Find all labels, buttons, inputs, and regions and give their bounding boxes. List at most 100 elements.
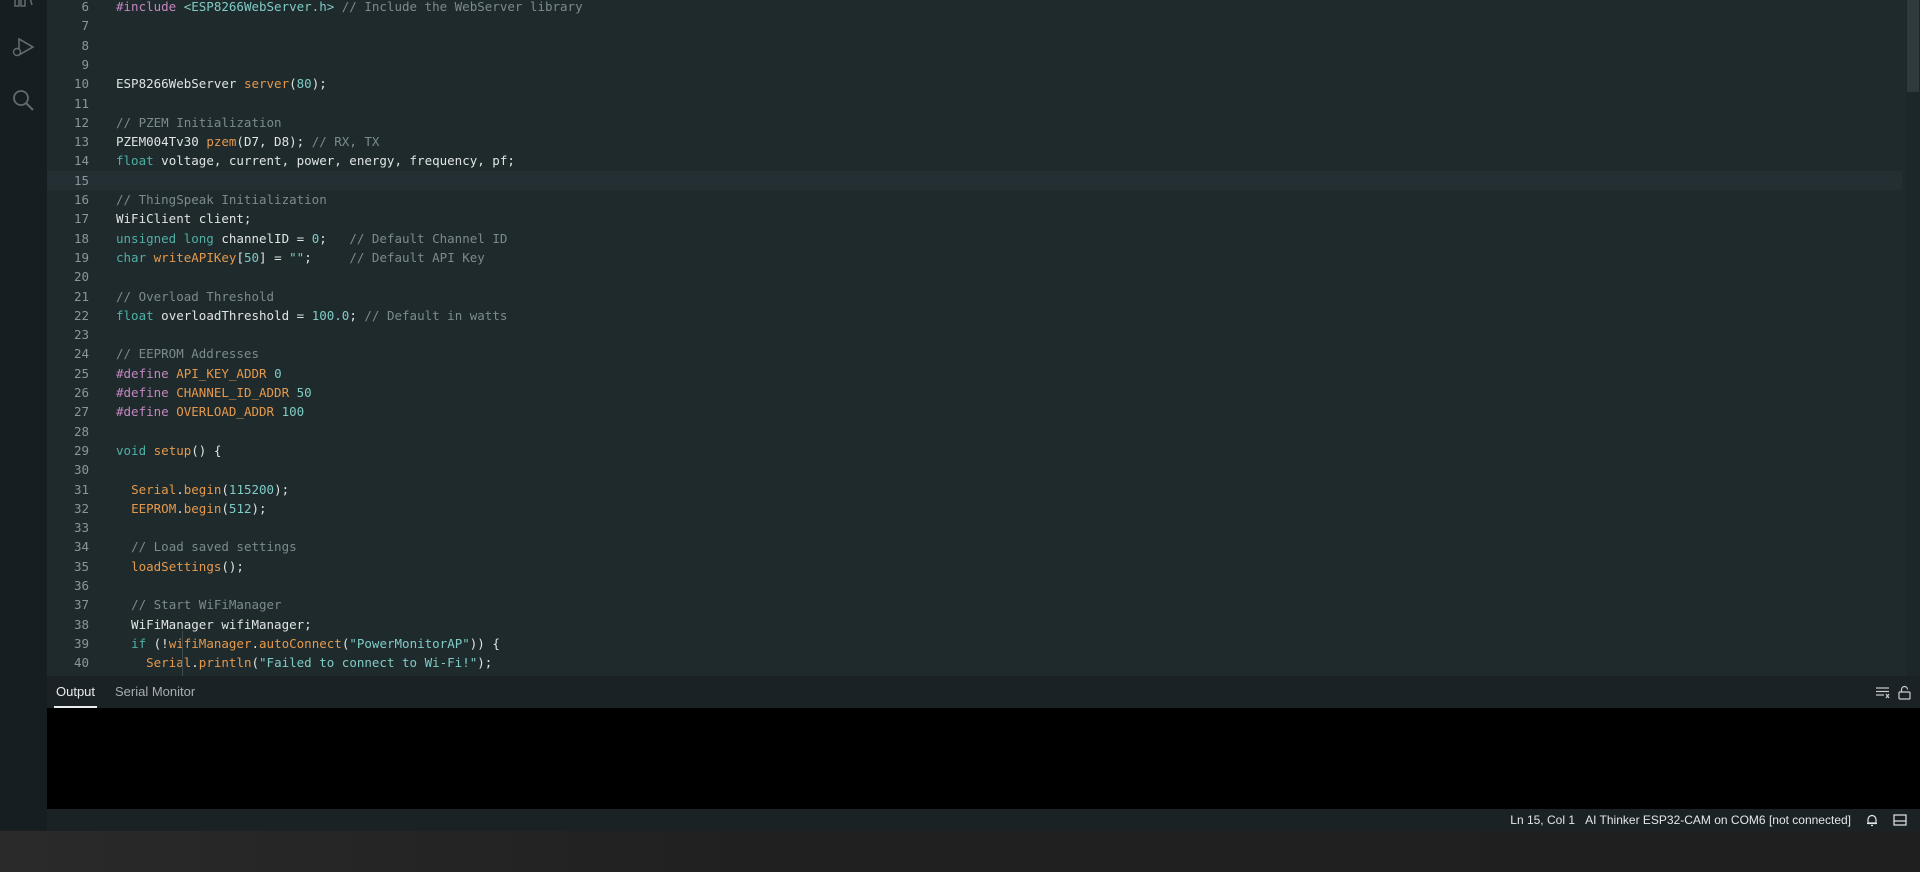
code-line[interactable]: 21 // Overload Threshold bbox=[47, 287, 1902, 306]
bell-icon[interactable] bbox=[1865, 813, 1879, 827]
code-token: // Load saved settings bbox=[131, 539, 297, 555]
code-line[interactable]: 39 if (!wifiManager.autoConnect("PowerMo… bbox=[47, 634, 1902, 653]
code-token: channelID = bbox=[213, 230, 312, 246]
code-text: ESP8266WebServer server(80); bbox=[116, 74, 327, 93]
code-line[interactable]: 9 bbox=[47, 55, 1902, 74]
line-number: 22 bbox=[73, 307, 89, 323]
code-text: Serial.begin(115200); bbox=[116, 480, 289, 499]
code-token: #include bbox=[116, 0, 184, 14]
code-line[interactable]: 11 bbox=[47, 94, 1902, 113]
code-line[interactable]: 10 ESP8266WebServer server(80); bbox=[47, 74, 1902, 93]
code-token: (D7, D8); bbox=[236, 134, 312, 150]
line-number: 28 bbox=[73, 423, 89, 439]
editor-scrollbar[interactable] bbox=[1906, 0, 1920, 676]
line-number: 12 bbox=[73, 114, 89, 130]
code-token: 80 bbox=[296, 76, 312, 92]
line-number: 37 bbox=[73, 597, 89, 613]
code-token: // Default API Key bbox=[349, 249, 485, 265]
code-token: unsigned long bbox=[116, 230, 214, 246]
code-editor[interactable]: 6 #include <ESP8266WebServer.h> // Includ… bbox=[47, 0, 1920, 676]
code-token: PZEM004Tv30 bbox=[116, 134, 207, 150]
code-line[interactable]: 26 #define CHANNEL_ID_ADDR 50 bbox=[47, 383, 1902, 402]
taskbar bbox=[0, 831, 1920, 872]
code-token: pzem bbox=[206, 134, 237, 150]
clear-output-icon[interactable] bbox=[1875, 685, 1890, 700]
code-line[interactable]: 30 bbox=[47, 460, 1902, 479]
status-bar: Ln 15, Col 1 AI Thinker ESP32-CAM on COM… bbox=[47, 809, 1920, 831]
code-line[interactable]: 37 // Start WiFiManager bbox=[47, 595, 1902, 614]
code-text: loadSettings(); bbox=[116, 557, 244, 576]
code-token: voltage, current, power, energy, frequen… bbox=[153, 153, 515, 169]
board-status[interactable]: AI Thinker ESP32-CAM on COM6 [not connec… bbox=[1585, 813, 1851, 827]
code-line[interactable]: 16 // ThingSpeak Initialization bbox=[47, 190, 1902, 209]
code-line[interactable]: 40 Serial.println("Failed to connect to … bbox=[47, 653, 1902, 672]
code-token: () { bbox=[191, 442, 222, 458]
code-line[interactable]: 18 unsigned long channelID = 0; // Defaul… bbox=[47, 229, 1902, 248]
code-text: // PZEM Initialization bbox=[116, 113, 282, 132]
code-line[interactable]: 34 // Load saved settings bbox=[47, 537, 1902, 556]
search-icon[interactable] bbox=[9, 86, 37, 114]
code-token: (! bbox=[146, 635, 169, 651]
code-line[interactable]: 12 // PZEM Initialization bbox=[47, 113, 1902, 132]
code-line[interactable]: 22 float overloadThreshold = 100.0; // De… bbox=[47, 306, 1902, 325]
code-token: float bbox=[116, 153, 154, 169]
code-line[interactable]: 36 bbox=[47, 576, 1902, 595]
line-number: 6 bbox=[81, 0, 89, 14]
code-text: // Start WiFiManager bbox=[116, 595, 282, 614]
toggle-panel-icon[interactable] bbox=[1893, 813, 1907, 827]
tab-serial-monitor[interactable]: Serial Monitor bbox=[115, 676, 195, 708]
output-console[interactable] bbox=[47, 708, 1920, 809]
code-token: 50 bbox=[243, 249, 260, 265]
scrollbar-thumb[interactable] bbox=[1907, 0, 1919, 92]
code-line[interactable]: 25 #define API_KEY_ADDR 0 bbox=[47, 364, 1902, 383]
code-text: float overloadThreshold = 100.0; // Defa… bbox=[116, 306, 507, 325]
line-number: 38 bbox=[73, 616, 89, 632]
line-number: 40 bbox=[73, 655, 89, 671]
code-text: float voltage, current, power, energy, f… bbox=[116, 151, 515, 170]
code-line[interactable]: 33 bbox=[47, 518, 1902, 537]
code-line[interactable]: 35 loadSettings(); bbox=[47, 557, 1902, 576]
code-line[interactable]: 8 bbox=[47, 36, 1902, 55]
code-token: // EEPROM Addresses bbox=[116, 346, 259, 362]
code-line[interactable]: 27 #define OVERLOAD_ADDR 100 bbox=[47, 402, 1902, 421]
code-line[interactable]: 32 EEPROM.begin(512); bbox=[47, 499, 1902, 518]
code-text: EEPROM.begin(512); bbox=[116, 499, 267, 518]
cursor-position[interactable]: Ln 15, Col 1 bbox=[1510, 813, 1575, 827]
code-token: writeAPIKey bbox=[153, 249, 237, 265]
code-text: #define API_KEY_ADDR 0 bbox=[116, 364, 282, 383]
code-line[interactable]: 14 float voltage, current, power, energy,… bbox=[47, 151, 1902, 170]
code-line[interactable]: 13 PZEM004Tv30 pzem(D7, D8); // RX, TX bbox=[47, 132, 1902, 151]
line-number: 10 bbox=[73, 76, 89, 92]
code-line[interactable]: 17 WiFiClient client; bbox=[47, 209, 1902, 228]
code-line[interactable]: 23 bbox=[47, 325, 1902, 344]
code-text: WiFiManager wifiManager; bbox=[116, 615, 312, 634]
tab-output[interactable]: Output bbox=[53, 676, 98, 708]
code-line[interactable]: 28 bbox=[47, 422, 1902, 441]
code-text: // ThingSpeak Initialization bbox=[116, 190, 327, 209]
code-line[interactable]: 6 #include <ESP8266WebServer.h> // Includ… bbox=[47, 0, 1902, 16]
line-number: 27 bbox=[73, 404, 89, 420]
library-icon[interactable] bbox=[9, 0, 37, 14]
debug-icon[interactable] bbox=[9, 33, 37, 61]
code-token: . bbox=[251, 635, 260, 651]
line-number: 33 bbox=[73, 520, 89, 536]
code-line[interactable]: 24 // EEPROM Addresses bbox=[47, 344, 1902, 363]
code-line[interactable]: 19 char writeAPIKey[50] = ""; // Default … bbox=[47, 248, 1902, 267]
code-line[interactable]: 38 WiFiManager wifiManager; bbox=[47, 615, 1902, 634]
code-token: ( bbox=[289, 76, 297, 92]
code-token: ); bbox=[251, 500, 267, 516]
code-line[interactable]: 20 bbox=[47, 267, 1902, 286]
code-text: void setup() { bbox=[116, 441, 221, 460]
code-line[interactable]: 29 void setup() { bbox=[47, 441, 1902, 460]
code-token: // Default in watts bbox=[364, 307, 508, 323]
line-number: 7 bbox=[81, 18, 89, 34]
line-number: 18 bbox=[73, 230, 89, 246]
code-token: begin bbox=[183, 500, 222, 516]
code-line[interactable]: 15 bbox=[47, 170, 1902, 190]
code-line[interactable]: 7 bbox=[47, 16, 1902, 35]
code-token: ; bbox=[304, 249, 350, 265]
lock-icon[interactable] bbox=[1897, 685, 1912, 700]
line-number: 31 bbox=[73, 481, 89, 497]
code-line[interactable]: 31 Serial.begin(115200); bbox=[47, 480, 1902, 499]
